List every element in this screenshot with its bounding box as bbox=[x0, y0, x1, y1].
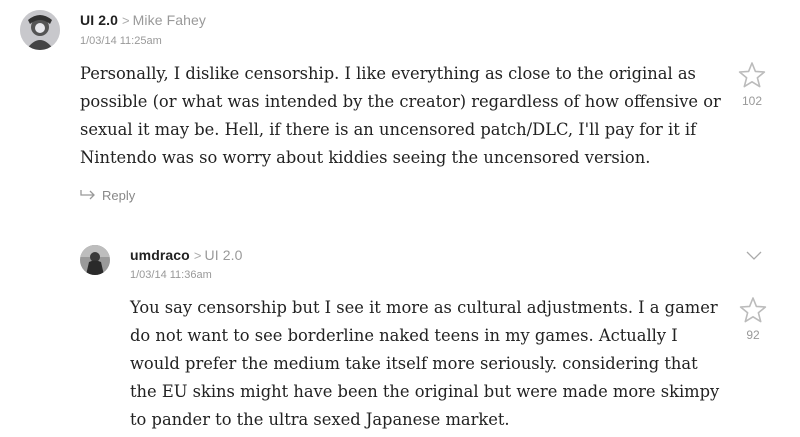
reply-button[interactable]: Reply bbox=[80, 188, 135, 203]
reply-arrow-icon bbox=[80, 190, 95, 200]
author-name[interactable]: umdraco bbox=[130, 247, 190, 263]
comment-body: You say censorship but I see it more as … bbox=[130, 298, 720, 429]
reply-label: Reply bbox=[102, 188, 136, 203]
star-count: 102 bbox=[741, 94, 763, 108]
comment-author-line: UI 2.0 > Mike Fahey bbox=[80, 12, 206, 28]
timestamp[interactable]: 1/03/14 11:25am bbox=[80, 35, 162, 47]
avatar[interactable] bbox=[80, 245, 110, 275]
chevron-right-icon: > bbox=[193, 248, 202, 263]
reply-to-name[interactable]: Mike Fahey bbox=[133, 12, 206, 28]
star-icon[interactable] bbox=[738, 61, 766, 89]
star-count: 92 bbox=[746, 328, 760, 342]
comment-author-line: umdraco > UI 2.0 bbox=[130, 247, 242, 263]
reply-to-name[interactable]: UI 2.0 bbox=[205, 247, 243, 263]
avatar[interactable] bbox=[20, 10, 60, 50]
timestamp[interactable]: 1/03/14 11:36am bbox=[130, 269, 212, 281]
chevron-down-icon[interactable] bbox=[746, 251, 762, 261]
star-icon[interactable] bbox=[739, 296, 767, 324]
comment-body: Personally, I dislike censorship. I like… bbox=[80, 64, 721, 167]
chevron-right-icon: > bbox=[121, 13, 130, 28]
author-name[interactable]: UI 2.0 bbox=[80, 12, 118, 28]
